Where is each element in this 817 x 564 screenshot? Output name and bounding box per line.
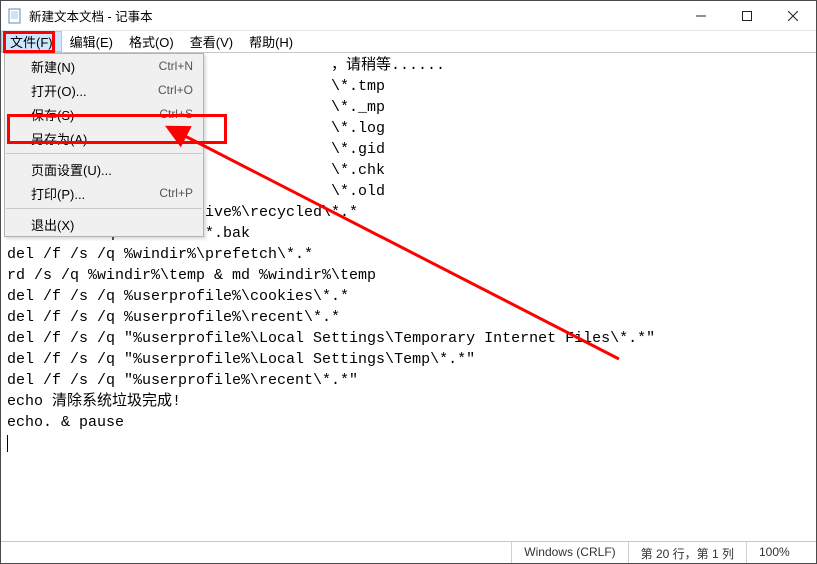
menu-item-exit[interactable]: 退出(X)	[5, 212, 203, 236]
file-menu-dropdown: 新建(N) Ctrl+N 打开(O)... Ctrl+O 保存(S) Ctrl+S 另…	[4, 53, 204, 237]
menu-item-pagesetup[interactable]: 页面设置(U)...	[5, 157, 203, 181]
status-zoom: 100%	[746, 542, 816, 563]
menu-item-shortcut: Ctrl+P	[159, 186, 193, 200]
status-spacer	[1, 542, 511, 563]
menu-format[interactable]: 格式(O)	[121, 31, 182, 52]
menu-item-label: 另存为(A)...	[31, 129, 98, 148]
minimize-button[interactable]	[678, 1, 724, 30]
status-cursor-position: 第 20 行，第 1 列	[628, 542, 746, 563]
menu-view[interactable]: 查看(V)	[182, 31, 241, 52]
menu-file[interactable]: 文件(F)	[1, 31, 62, 52]
menu-item-label: 页面设置(U)...	[31, 160, 112, 179]
menubar: 文件(F) 编辑(E) 格式(O) 查看(V) 帮助(H)	[1, 31, 816, 53]
maximize-button[interactable]	[724, 1, 770, 30]
window-title: 新建文本文档 - 记事本	[29, 6, 678, 25]
window-controls	[678, 1, 816, 30]
status-encoding: Windows (CRLF)	[511, 542, 627, 563]
notepad-window: 新建文本文档 - 记事本 文件(F) 编辑(E) 格式(O) 查看(V) 帮助(…	[0, 0, 817, 564]
menu-item-label: 退出(X)	[31, 215, 74, 234]
menu-separator	[6, 153, 202, 154]
menu-item-print[interactable]: 打印(P)... Ctrl+P	[5, 181, 203, 205]
menu-item-open[interactable]: 打开(O)... Ctrl+O	[5, 78, 203, 102]
menu-item-label: 保存(S)	[31, 105, 74, 124]
app-icon	[7, 8, 23, 24]
text-caret	[7, 435, 8, 452]
statusbar: Windows (CRLF) 第 20 行，第 1 列 100%	[1, 541, 816, 563]
menu-item-label: 打印(P)...	[31, 184, 85, 203]
menu-item-save[interactable]: 保存(S) Ctrl+S	[5, 102, 203, 126]
menu-help[interactable]: 帮助(H)	[241, 31, 301, 52]
menu-item-shortcut: Ctrl+O	[158, 83, 193, 97]
menu-item-shortcut: Ctrl+N	[159, 59, 193, 73]
menu-item-saveas[interactable]: 另存为(A)...	[5, 126, 203, 150]
menu-item-new[interactable]: 新建(N) Ctrl+N	[5, 54, 203, 78]
titlebar: 新建文本文档 - 记事本	[1, 1, 816, 31]
menu-item-shortcut: Ctrl+S	[159, 107, 193, 121]
menu-edit[interactable]: 编辑(E)	[62, 31, 121, 52]
menu-item-label: 打开(O)...	[31, 81, 87, 100]
menu-item-label: 新建(N)	[31, 57, 75, 76]
menu-separator	[6, 208, 202, 209]
close-button[interactable]	[770, 1, 816, 30]
